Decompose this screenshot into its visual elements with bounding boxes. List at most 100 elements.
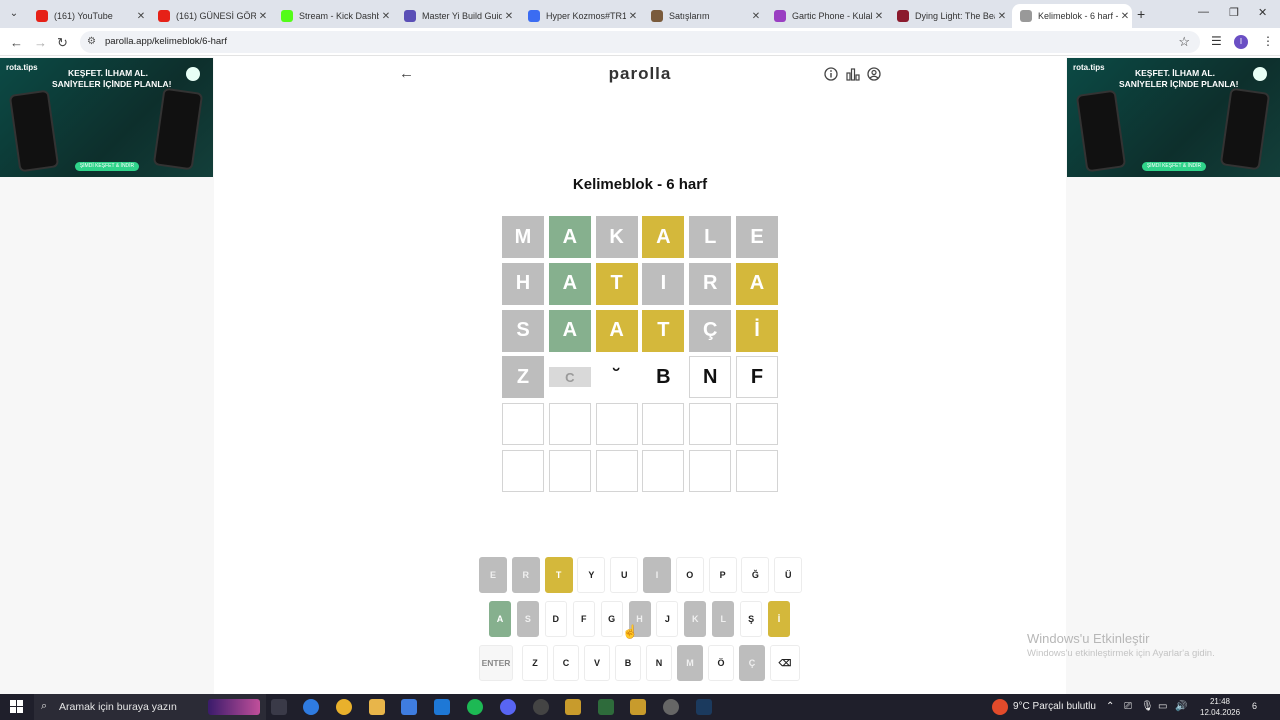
enter-key[interactable]: ENTER (479, 645, 513, 681)
ad-banner-right[interactable]: rota.tips KEŞFET. İLHAM AL. SANİYELER İÇ… (1067, 58, 1280, 177)
ad-banner-left[interactable]: rota.tips KEŞFET. İLHAM AL. SANİYELER İÇ… (0, 58, 213, 177)
letter-tile: Z (502, 356, 544, 399)
browser-tab[interactable]: Satışlarım ✕ (643, 4, 763, 28)
key-ş[interactable]: Ş (740, 601, 763, 637)
browser-tab[interactable]: Hyper Kozmos#TR1 - ✕ (520, 4, 640, 28)
key-z[interactable]: Z (522, 645, 548, 681)
tab-close-icon[interactable]: ✕ (379, 11, 393, 22)
close-window-icon[interactable]: ✕ (1258, 6, 1267, 19)
key-e[interactable]: E (479, 557, 507, 593)
key-ü[interactable]: Ü (774, 557, 803, 593)
taskbar-clock[interactable]: 21:48 12.04.2026 (1200, 696, 1240, 718)
tab-close-icon[interactable]: ✕ (749, 11, 763, 22)
file-explorer-icon[interactable] (369, 699, 385, 715)
key-m[interactable]: M (677, 645, 703, 681)
user-icon[interactable] (867, 67, 881, 81)
tab-search-icon[interactable]: ⌄ (6, 6, 22, 22)
ad-cta-button[interactable]: ŞİMDİ KEŞFET & İNDİR (1142, 162, 1206, 171)
stats-icon[interactable] (846, 67, 860, 81)
tab-close-icon[interactable]: ✕ (256, 11, 270, 22)
menu-kebab-icon[interactable]: ⋮ (1262, 34, 1274, 48)
search-highlight-image[interactable] (208, 699, 260, 715)
key-p[interactable]: P (708, 557, 737, 593)
tray-expand-icon[interactable]: ⌃ (1106, 701, 1114, 712)
spotify-icon[interactable] (467, 699, 483, 715)
url-text[interactable]: parolla.app/kelimeblok/6-harf (105, 36, 227, 47)
browser-tab[interactable]: Gartic Phone - Kulakt ✕ (766, 4, 886, 28)
minimize-icon[interactable]: — (1198, 6, 1209, 18)
network-icon[interactable]: ▭ (1158, 701, 1167, 712)
key-y[interactable]: Y (577, 557, 606, 593)
tab-close-icon[interactable]: ✕ (626, 11, 640, 22)
key-b[interactable]: B (615, 645, 641, 681)
browser-tab[interactable]: Master Yi Build Guide ✕ (396, 4, 516, 28)
key-t[interactable]: T (544, 557, 573, 593)
key-s[interactable]: S (516, 601, 539, 637)
copilot-icon[interactable] (303, 699, 319, 715)
microphone-icon[interactable]: 🎙 (1141, 701, 1154, 712)
media-controls-icon[interactable]: ☰ (1211, 34, 1222, 48)
notification-badge[interactable]: 6 (1252, 701, 1257, 711)
back-icon[interactable]: ← (10, 35, 23, 50)
game-launcher-icon[interactable] (598, 699, 614, 715)
key-i̇[interactable]: İ (768, 601, 790, 637)
app-icon[interactable] (663, 699, 679, 715)
browser-tab[interactable]: Dying Light: The Beas ✕ (889, 4, 1009, 28)
address-bar[interactable]: ⚙ parolla.app/kelimeblok/6-harf ☆ (80, 31, 1200, 53)
info-icon[interactable] (824, 67, 838, 81)
steam-app-icon[interactable] (533, 699, 549, 715)
restore-icon[interactable]: ❐ (1229, 6, 1239, 19)
tab-close-icon[interactable]: ✕ (872, 11, 886, 22)
browser-tab[interactable]: Kelimeblok - 6 harf - ✕ (1012, 4, 1132, 28)
ad-headline-2: SANİYELER İÇİNDE PLANLA! (52, 79, 172, 89)
key-r[interactable]: R (511, 557, 540, 593)
weather-icon[interactable] (992, 699, 1008, 715)
key-j[interactable]: J (656, 601, 679, 637)
key-ö[interactable]: Ö (708, 645, 734, 681)
bookmark-star-icon[interactable]: ☆ (1178, 34, 1190, 50)
brand-logo[interactable]: parolla (214, 64, 1066, 84)
key-v[interactable]: V (584, 645, 610, 681)
site-info-icon[interactable]: ⚙ (87, 36, 96, 47)
weather-text[interactable]: 9°C Parçalı bulutlu (1013, 701, 1096, 712)
tray-device-icon[interactable]: ⎚ (1124, 701, 1132, 712)
volume-icon[interactable]: 🔊 (1175, 701, 1187, 712)
key-o[interactable]: O (675, 557, 704, 593)
store-icon[interactable] (401, 699, 417, 715)
browser-tab[interactable]: Stream - Kick Dashbo ✕ (273, 4, 393, 28)
browser-tab[interactable]: (161) GÜNESİ GÖRDÜ✕ (150, 4, 270, 28)
key-i[interactable]: I (643, 557, 671, 593)
riot-icon[interactable] (565, 699, 581, 715)
league-icon[interactable] (630, 699, 646, 715)
key-ğ[interactable]: Ğ (741, 557, 770, 593)
new-tab-button[interactable]: + (1137, 6, 1145, 22)
key-k[interactable]: K (684, 601, 707, 637)
chrome-icon[interactable] (336, 699, 352, 715)
tab-close-icon[interactable]: ✕ (502, 11, 516, 22)
key-d[interactable]: D (544, 601, 567, 637)
windows-start-icon[interactable] (10, 700, 23, 713)
steam-icon[interactable] (696, 699, 712, 715)
reload-icon[interactable]: ↻ (57, 35, 68, 51)
key-n[interactable]: N (646, 645, 672, 681)
key-ç[interactable]: Ç (739, 645, 765, 681)
key-a[interactable]: A (489, 601, 511, 637)
tab-close-icon[interactable]: ✕ (134, 11, 148, 22)
forward-icon[interactable]: → (34, 35, 47, 50)
key-l[interactable]: L (712, 601, 735, 637)
key-u[interactable]: U (610, 557, 639, 593)
letter-tile: ˘ (613, 365, 620, 388)
clock-date: 12.04.2026 (1200, 708, 1241, 717)
tab-close-icon[interactable]: ✕ (995, 11, 1009, 22)
discord-icon[interactable] (500, 699, 516, 715)
tab-close-icon[interactable]: ✕ (1118, 11, 1132, 22)
key-g[interactable]: G (600, 601, 623, 637)
profile-avatar[interactable]: I (1234, 35, 1248, 49)
browser-tab[interactable]: (161) YouTube ✕ (28, 4, 148, 28)
ad-cta-button[interactable]: ŞİMDİ KEŞFET & İNDİR (75, 162, 139, 171)
key-c[interactable]: C (553, 645, 579, 681)
task-view-icon[interactable] (271, 699, 287, 715)
outlook-icon[interactable] (434, 699, 450, 715)
backspace-key-icon[interactable]: ⌫ (770, 645, 800, 681)
key-f[interactable]: F (572, 601, 595, 637)
